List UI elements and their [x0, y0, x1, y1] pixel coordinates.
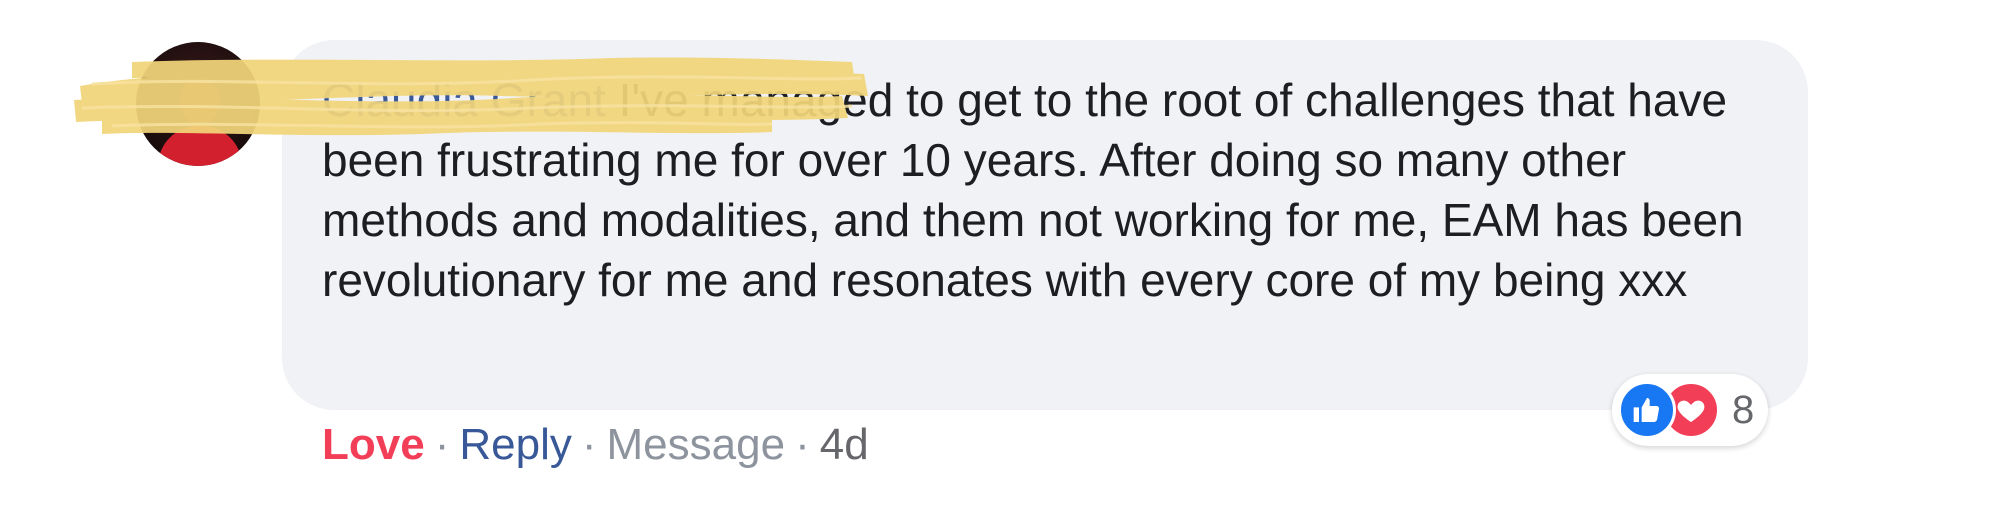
separator-dot: · — [581, 420, 597, 469]
comment-body: Claudia Grant I've managed to get to the… — [322, 70, 1782, 310]
heart-glyph — [1677, 400, 1705, 422]
like-icon — [1618, 381, 1676, 439]
avatar[interactable] — [136, 42, 260, 166]
thumbs-up-glyph — [1633, 398, 1660, 422]
reaction-summary[interactable]: 8 — [1612, 374, 1769, 446]
avatar-face — [180, 78, 220, 124]
author-name-link[interactable]: Claudia Grant — [322, 74, 606, 126]
timestamp[interactable]: 4d — [820, 420, 869, 469]
reaction-count: 8 — [1732, 387, 1755, 432]
separator-dot: · — [434, 420, 450, 469]
avatar-shirt — [158, 126, 242, 166]
love-action-link[interactable]: Love — [322, 420, 425, 469]
message-link[interactable]: Message — [607, 420, 786, 469]
reply-link[interactable]: Reply — [459, 420, 572, 469]
comment: Claudia Grant I've managed to get to the… — [0, 0, 2000, 528]
comment-actions: Love · Reply · Message · 4d — [322, 418, 869, 472]
separator-dot: · — [795, 420, 810, 469]
comment-bubble: Claudia Grant I've managed to get to the… — [282, 40, 1808, 410]
